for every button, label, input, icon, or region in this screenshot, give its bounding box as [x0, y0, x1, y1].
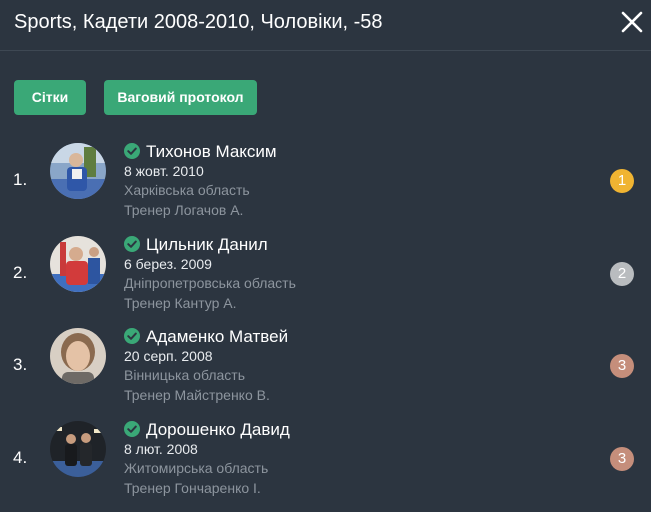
- rank-number: 4.: [13, 448, 28, 467]
- rank-number: 1.: [13, 170, 28, 189]
- athlete-coach: Тренер Кантур А.: [124, 295, 237, 311]
- close-icon[interactable]: [619, 9, 645, 35]
- athlete-row[interactable]: 1. Тихонов Максим 8 жовт. 2010 Харківськ…: [0, 142, 651, 234]
- modal-header: Sports, Кадети 2008-2010, Чоловіки, -58: [0, 0, 651, 51]
- bronze-medal-badge: 3: [610, 447, 634, 471]
- weight-protocol-button[interactable]: Ваговий протокол: [104, 80, 257, 115]
- athlete-name[interactable]: Дорошенко Давид: [146, 419, 290, 441]
- grids-button[interactable]: Сітки: [14, 80, 86, 115]
- athlete-row[interactable]: 3. Адаменко Матвей 20 серп. 2008 Вінниць…: [0, 327, 651, 419]
- verified-check-icon: [124, 236, 140, 252]
- verified-check-icon: [124, 421, 140, 437]
- athlete-row[interactable]: 4. Дорошенко Давид 8 лют. 2008 Житомирсь…: [0, 420, 651, 512]
- athlete-birthdate: 20 серп. 2008: [124, 348, 213, 364]
- athlete-coach: Тренер Майстренко В.: [124, 387, 270, 403]
- athlete-name[interactable]: Адаменко Матвей: [146, 326, 288, 348]
- athlete-birthdate: 8 лют. 2008: [124, 441, 198, 457]
- avatar: [50, 328, 106, 384]
- avatar: [50, 421, 106, 477]
- athlete-coach: Тренер Гончаренко І.: [124, 480, 261, 496]
- avatar: [50, 236, 106, 292]
- athlete-birthdate: 6 берез. 2009: [124, 256, 212, 272]
- athlete-region: Вінницька область: [124, 367, 245, 383]
- silver-medal-badge: 2: [610, 262, 634, 286]
- athlete-region: Харківська область: [124, 182, 250, 198]
- athlete-name[interactable]: Тихонов Максим: [146, 141, 277, 163]
- verified-check-icon: [124, 143, 140, 159]
- athlete-region: Житомирська область: [124, 460, 269, 476]
- athlete-coach: Тренер Логачов А.: [124, 202, 244, 218]
- athlete-row[interactable]: 2. Цильник Данил 6 берез. 2009 Дніпропет…: [0, 235, 651, 327]
- avatar: [50, 143, 106, 199]
- athlete-region: Дніпропетровська область: [124, 275, 296, 291]
- bronze-medal-badge: 3: [610, 354, 634, 378]
- athlete-birthdate: 8 жовт. 2010: [124, 163, 204, 179]
- verified-check-icon: [124, 328, 140, 344]
- rank-number: 2.: [13, 263, 28, 282]
- rank-number: 3.: [13, 355, 28, 374]
- page-title: Sports, Кадети 2008-2010, Чоловіки, -58: [14, 11, 383, 33]
- athlete-name[interactable]: Цильник Данил: [146, 234, 268, 256]
- gold-medal-badge: 1: [610, 169, 634, 193]
